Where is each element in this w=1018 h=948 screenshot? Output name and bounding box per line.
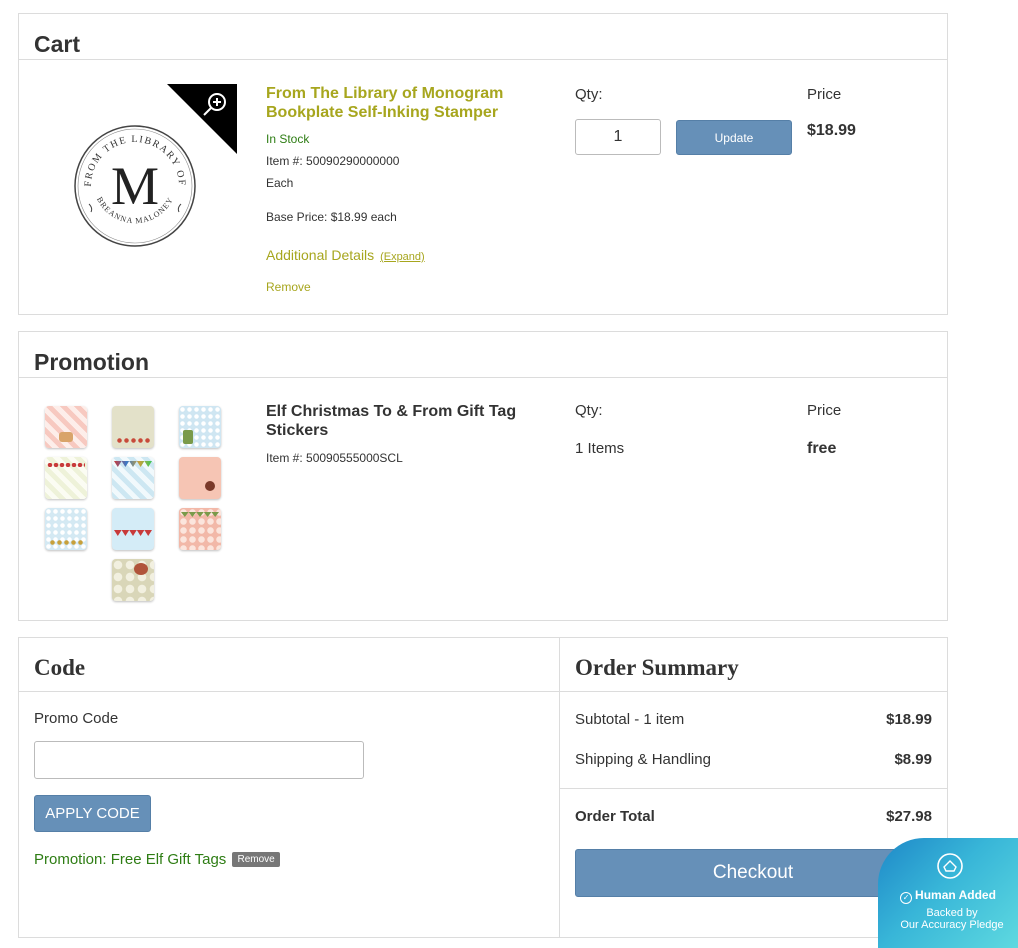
promotion-qty-label: Qty: (575, 402, 603, 419)
stock-status: In Stock (266, 132, 310, 146)
cart-item-title[interactable]: From The Library of Monogram Bookplate S… (266, 84, 526, 122)
order-summary-header: Order Summary (560, 638, 947, 692)
subtotal-label: Subtotal - 1 item (575, 711, 685, 728)
promotion-qty-value: 1 Items (575, 440, 625, 457)
additional-details-label: Additional Details (266, 247, 375, 263)
promotion-heading: Promotion (34, 349, 149, 375)
gift-tag-thumb (112, 457, 154, 499)
update-button[interactable]: Update (676, 120, 792, 155)
promotion-price: free (807, 440, 837, 457)
accuracy-pledge-badge[interactable]: ✓ Human Added Backed by Our Accuracy Pled… (878, 838, 1018, 948)
cart-item-unit: Each (266, 176, 294, 190)
code-header: Code (19, 638, 559, 692)
item-price: $18.99 (807, 122, 856, 139)
promo-code-input[interactable] (34, 741, 364, 779)
cart-header: Cart (19, 14, 947, 60)
qty-label: Qty: (575, 86, 603, 103)
applied-promotion: Promotion: Free Elf Gift Tags Remove (34, 851, 280, 868)
order-total-amount: $27.98 (886, 808, 932, 825)
promotion-item-number: Item #: 50090555000SCL (266, 451, 403, 465)
gift-tag-thumb (179, 406, 221, 448)
subtotal-amount: $18.99 (886, 711, 932, 728)
promotion-item-title: Elf Christmas To & From Gift Tag Sticker… (266, 403, 517, 439)
order-summary-heading: Order Summary (575, 655, 739, 680)
badge-line-1: Backed by (926, 907, 978, 919)
cart-item-number: Item #: 50090290000000 (266, 154, 400, 168)
qty-input[interactable] (575, 119, 661, 155)
price-label: Price (807, 86, 842, 103)
stamp-initial: M (111, 156, 159, 216)
zoom-button[interactable] (167, 84, 237, 154)
check-circle-icon: ✓ (900, 892, 913, 904)
remove-promotion-button[interactable]: Remove (232, 852, 280, 867)
code-heading: Code (34, 655, 86, 680)
badge-main-line: ✓ Human Added (878, 888, 1018, 904)
cart-panel: Cart FROM THE LIBRARY OF BREANNA MALONEY… (18, 13, 948, 315)
gift-tag-thumb (112, 559, 154, 601)
summary-divider (560, 788, 947, 789)
promo-code-section: Code Promo Code APPLY CODE Promotion: Fr… (19, 638, 560, 937)
gift-tag-thumb (45, 508, 87, 550)
gift-tag-thumb (179, 508, 221, 550)
checkout-panel: Code Promo Code APPLY CODE Promotion: Fr… (18, 637, 948, 938)
shipping-amount: $8.99 (894, 751, 932, 768)
gift-tags-image[interactable] (45, 406, 235, 606)
remove-item-link[interactable]: Remove (266, 280, 311, 294)
applied-promotion-text: Promotion: Free Elf Gift Tags (34, 851, 227, 868)
gift-tag-thumb (45, 406, 87, 448)
gift-tag-thumb (45, 457, 87, 499)
order-total-label: Order Total (575, 808, 655, 825)
gift-tag-thumb (179, 457, 221, 499)
expand-link[interactable]: (Expand) (380, 251, 425, 263)
shield-logo-icon (937, 853, 963, 879)
shipping-label: Shipping & Handling (575, 751, 711, 768)
gift-tag-thumb (112, 406, 154, 448)
promotion-panel: Promotion Elf Christmas To & From Gift T… (18, 331, 948, 621)
badge-line-2: Our Accuracy Pledge (900, 919, 1004, 931)
promotion-price-label: Price (807, 402, 842, 419)
cart-item-base-price: Base Price: $18.99 each (266, 210, 397, 224)
gift-tag-thumb (112, 508, 154, 550)
badge-main-text: Human Added (915, 888, 996, 902)
apply-code-button[interactable]: APPLY CODE (34, 795, 151, 832)
promotion-header: Promotion (19, 332, 947, 378)
cart-heading: Cart (34, 31, 81, 57)
promo-code-label: Promo Code (34, 710, 119, 727)
additional-details: Additional Details (Expand) (266, 247, 425, 263)
